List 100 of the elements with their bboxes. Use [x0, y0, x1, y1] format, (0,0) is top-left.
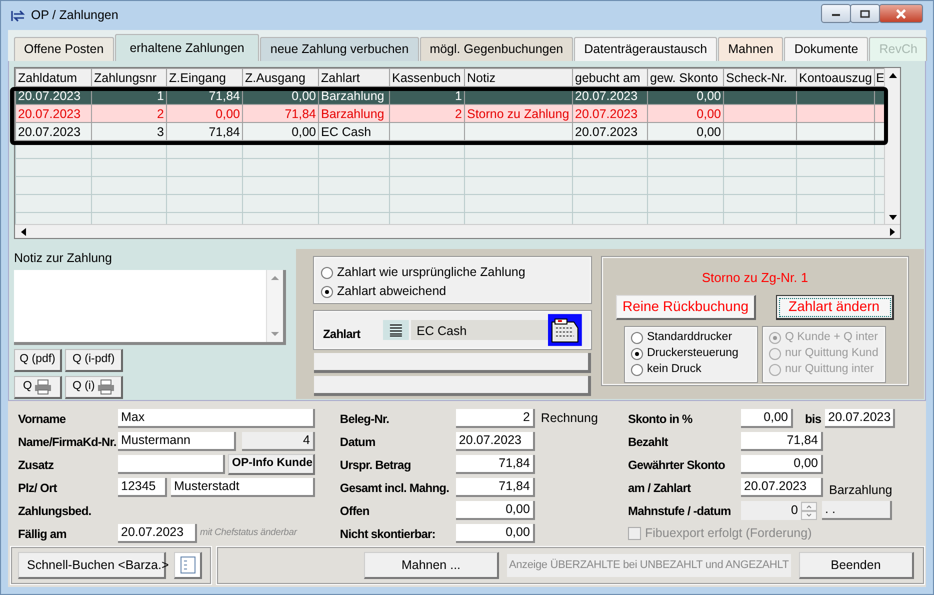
list-icon[interactable]: [180, 556, 196, 574]
close-icon[interactable]: [895, 8, 907, 18]
right-arrow-icon[interactable]: [890, 228, 894, 236]
reversal-button[interactable]: Reine Rückbuchung: [616, 294, 756, 320]
input-field[interactable]: 0,00: [456, 524, 535, 543]
input-field[interactable]: 4: [242, 432, 315, 451]
hint-text: mit Chefstatus änderbar: [200, 526, 297, 540]
column-header[interactable]: Kassenbuch: [390, 68, 464, 86]
input-field[interactable]: 20.07.2023: [456, 432, 535, 451]
payment-type-field[interactable]: EC Cash: [410, 320, 548, 340]
input-field[interactable]: . .: [822, 501, 892, 520]
tab[interactable]: Dokumente: [784, 37, 868, 61]
input-field[interactable]: 71,84: [456, 478, 535, 497]
field-label: Datum: [340, 434, 376, 450]
input-field[interactable]: 20.07.2023: [741, 478, 823, 497]
field-label: Zahlungsbed.: [18, 502, 92, 520]
dunning-button[interactable]: Mahnen ...: [364, 552, 499, 579]
table-cell: 0,00: [166, 104, 242, 122]
radio-button[interactable]: [321, 286, 333, 298]
input-field[interactable]: 20.07.2023: [118, 524, 197, 543]
down-arrow-icon[interactable]: [889, 214, 897, 220]
table-cell: 0,00: [648, 122, 724, 140]
column-header[interactable]: Z.Ausgang: [242, 68, 318, 86]
input-field[interactable]: 71,84: [456, 455, 535, 474]
table-row[interactable]: 20.07.2023 1 71,84 0,00 Barzahlung 1 20.07.2023 0,00: [16, 86, 884, 104]
radio-label[interactable]: Zahlart wie ursprüngliche Zahlung: [337, 263, 526, 282]
column-header[interactable]: Zahldatum: [16, 68, 92, 86]
field-label: Beleg-Nr.: [340, 410, 390, 428]
radio-button[interactable]: [321, 266, 333, 278]
table-cell: EC Cash: [318, 122, 390, 140]
note-label: Notiz zur Zahlung: [14, 250, 113, 267]
table-cell: Storno zu Zahlung: [464, 104, 572, 122]
field-label: Mahnstufe / -datum: [628, 502, 732, 520]
document-type-text: Rechnung: [540, 410, 598, 428]
table-row[interactable]: 20.07.2023 3 71,84 0,00 EC Cash 20.07.2023 0,00: [16, 122, 884, 140]
close-button[interactable]: [879, 4, 923, 23]
maximize-icon[interactable]: [860, 10, 870, 18]
column-header[interactable]: gebucht am: [572, 68, 648, 86]
radio-button[interactable]: [631, 364, 643, 376]
input-field[interactable]: Mustermann: [118, 432, 236, 451]
tab[interactable]: neue Zahlung verbuchen: [260, 37, 419, 61]
table-row[interactable]: 20.07.2023 2 0,00 71,84 Barzahlung 2 Storno zu Zahlung 20.07.2023 0,00: [16, 104, 884, 122]
tab[interactable]: mögl. Gegenbuchungen: [420, 37, 574, 61]
column-header[interactable]: Zahlungsnr: [92, 68, 166, 86]
maximize-button[interactable]: [850, 4, 880, 23]
field-label: Gewährter Skonto: [628, 456, 726, 474]
field-label: bis: [805, 410, 822, 428]
quick-book-button[interactable]: Schnell-Buchen <Barza.>: [18, 552, 166, 579]
cash-register-icon: [548, 314, 582, 346]
column-header[interactable]: Zahlart: [318, 68, 390, 86]
tab[interactable]: Mahnen: [718, 37, 784, 61]
field-label: Nicht skontierbar:: [340, 526, 436, 542]
minimize-button[interactable]: [821, 4, 851, 23]
radio-label[interactable]: Zahlart abweichend: [337, 282, 446, 301]
up-arrow-icon[interactable]: [889, 72, 897, 78]
field-label: Plz/ Ort: [18, 480, 58, 496]
spinner-icon[interactable]: [801, 502, 817, 520]
input-field[interactable]: 71,84: [741, 432, 823, 451]
close-dialog-button[interactable]: Beenden: [798, 552, 914, 579]
input-field[interactable]: 20.07.2023: [825, 409, 896, 428]
print-button[interactable]: Q (pdf): [14, 348, 62, 372]
table-cell: 20.07.2023: [572, 104, 648, 122]
print-button[interactable]: Q: [14, 376, 62, 399]
input-field[interactable]: [118, 455, 225, 474]
table-cell: 0,00: [648, 104, 724, 122]
customer-info-button[interactable]: OP-Info Kunde: [228, 454, 315, 475]
tab[interactable]: Datenträgeraustausch: [574, 37, 718, 61]
field-label: Urspr. Betrag: [340, 456, 412, 474]
column-header[interactable]: Scheck-Nr.: [724, 68, 796, 86]
table-cell: 2: [92, 104, 166, 122]
reversal-button[interactable]: Zahlart ändern: [776, 294, 894, 320]
input-field[interactable]: Max: [118, 409, 315, 428]
radio-label[interactable]: Druckersteuerung: [647, 344, 738, 362]
table-cell: 71,84: [242, 104, 318, 122]
table-cell: 3: [92, 122, 166, 140]
column-header[interactable]: Notiz: [464, 68, 572, 86]
radio-button[interactable]: [631, 332, 643, 344]
input-field[interactable]: 2: [456, 409, 535, 428]
radio-label[interactable]: kein Druck: [647, 360, 702, 378]
field-label: Gesamt incl. Mahng.: [340, 480, 450, 496]
list-icon: [382, 320, 409, 340]
input-field[interactable]: 0,00: [741, 409, 793, 428]
input-field[interactable]: 0,00: [456, 501, 535, 520]
left-arrow-icon[interactable]: [20, 228, 26, 236]
column-header[interactable]: gew. Skonto: [648, 68, 724, 86]
list-view-button[interactable]: [174, 552, 202, 579]
tab[interactable]: erhaltene Zahlungen: [114, 34, 260, 61]
field-label: Zusatz: [18, 456, 55, 474]
radio-button[interactable]: [631, 348, 643, 360]
input-field[interactable]: Musterstadt: [171, 478, 315, 497]
table-cell: 0,00: [242, 122, 318, 140]
column-header[interactable]: Kontoauszug: [796, 68, 874, 86]
input-field[interactable]: 0,00: [741, 455, 823, 474]
print-button[interactable]: Q (i-pdf): [65, 348, 124, 372]
input-field[interactable]: 0: [741, 501, 801, 520]
column-header[interactable]: Z.Eingang: [166, 68, 242, 86]
tab[interactable]: Offene Posten: [14, 37, 114, 61]
input-field[interactable]: 12345: [118, 478, 167, 497]
print-button[interactable]: Q (i): [65, 376, 124, 399]
radio-label[interactable]: Standarddrucker: [647, 328, 732, 346]
